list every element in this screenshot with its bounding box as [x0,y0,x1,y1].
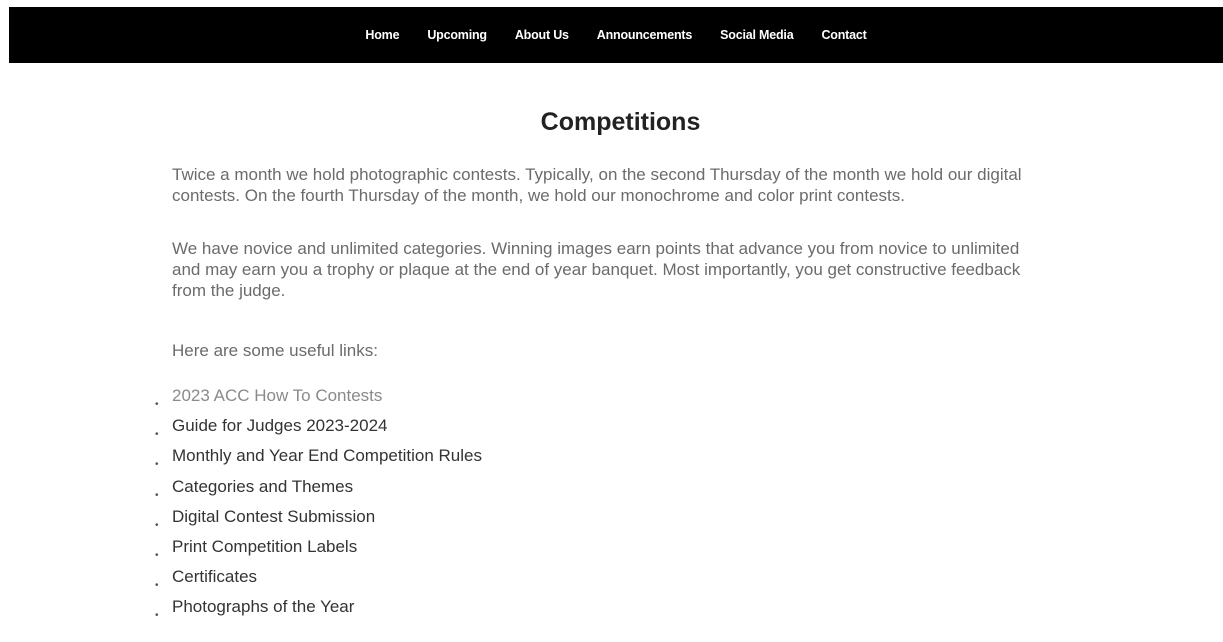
list-item: • Digital Contest Submission [155,505,482,535]
link-how-to-contests[interactable]: 2023 ACC How To Contests [172,386,382,405]
nav-about-us[interactable]: About Us [501,28,583,42]
bullet-icon: • [155,489,159,501]
link-guide-for-judges[interactable]: Guide for Judges 2023-2024 [172,416,388,435]
top-nav-bar: Home Upcoming About Us Announcements Soc… [9,7,1223,63]
link-digital-submission[interactable]: Digital Contest Submission [172,507,375,526]
list-item: • Guide for Judges 2023-2024 [155,414,482,444]
bullet-icon: • [155,549,159,561]
list-item: • Print Competition Labels [155,535,482,565]
nav-announcements[interactable]: Announcements [583,28,706,42]
link-competition-rules[interactable]: Monthly and Year End Competition Rules [172,446,482,465]
nav-contact[interactable]: Contact [807,28,880,42]
link-categories-themes[interactable]: Categories and Themes [172,477,353,496]
nav-menu: Home Upcoming About Us Announcements Soc… [351,26,880,44]
nav-upcoming[interactable]: Upcoming [413,28,501,42]
links-intro: Here are some useful links: [172,341,378,360]
bullet-icon: • [155,429,159,441]
page-title: Competitions [540,108,701,136]
bullet-icon: • [155,399,159,410]
bullet-icon: • [155,610,159,622]
nav-social-media[interactable]: Social Media [706,28,807,42]
useful-links-list: • 2023 ACC How To Contests • Guide for J… [155,384,482,626]
link-photographs-of-year[interactable]: Photographs of the Year [172,597,354,616]
bullet-icon: • [155,519,159,531]
link-certificates[interactable]: Certificates [172,567,257,586]
list-item: • Certificates [155,565,482,595]
intro-paragraph: Twice a month we hold photographic conte… [172,165,1022,205]
list-item: • Categories and Themes [155,475,482,505]
nav-home[interactable]: Home [351,28,413,42]
link-print-labels[interactable]: Print Competition Labels [172,537,357,556]
categories-paragraph: We have novice and unlimited categories.… [172,239,1021,300]
list-item: • Monthly and Year End Competition Rules [155,444,482,474]
bullet-icon: • [155,580,159,592]
bullet-icon: • [155,459,159,471]
list-item: • Photographs of the Year [155,595,482,625]
list-item: • 2023 ACC How To Contests [155,384,482,414]
